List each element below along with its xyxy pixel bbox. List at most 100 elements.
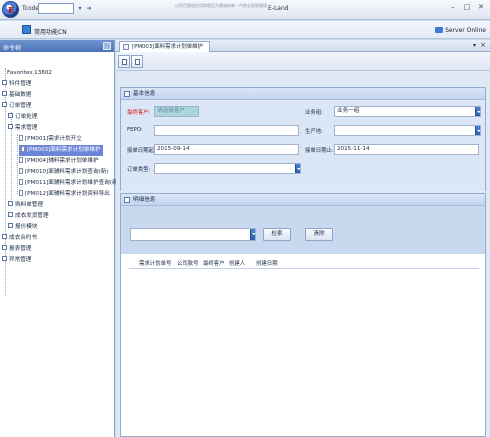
dropdown-arrow-icon: [250, 229, 255, 240]
start-date-input[interactable]: 2015-09-14: [154, 144, 299, 155]
app-logo-icon: E: [2, 1, 19, 18]
tree-node-purchase[interactable]: 购料单管理: [8, 200, 43, 211]
tree-node-exceptions[interactable]: 异常管理: [2, 255, 31, 266]
close-icon[interactable]: ✕: [474, 1, 488, 13]
window-title: E-Land: [268, 5, 289, 12]
col-creator[interactable]: 创建人: [229, 259, 245, 267]
tree-node-order-processing[interactable]: 订单处理: [8, 112, 37, 123]
dropdown-arrow-icon: [475, 107, 480, 116]
tab-label: [PM003]面料需求计划单维护: [132, 44, 203, 50]
detail-info-title: 明细信息: [133, 197, 156, 203]
tree-leaf-pm004[interactable]: [PM004]辅料需求计划单维护: [19, 156, 99, 167]
tab-list-icon[interactable]: ▾: [473, 42, 476, 49]
minimize-icon[interactable]: –: [446, 1, 460, 13]
detail-info-header: 明细信息: [121, 194, 485, 206]
pin-icon[interactable]: [103, 42, 111, 50]
business-group-select[interactable]: 业务一组: [334, 106, 481, 117]
tab-pm003[interactable]: [PM003]面料需求计划单维护: [119, 41, 210, 52]
favorites-icon[interactable]: [22, 25, 31, 34]
main-content: [PM003]面料需求计划单维护 ▾ × 基本信息 最终客户: 请选择客户 业务…: [116, 40, 490, 437]
document-icon: [19, 179, 23, 185]
tree-leaf-pm010[interactable]: [PM010]面辅料需求计划查询(新): [19, 167, 109, 178]
collapse-icon: [8, 124, 13, 129]
basic-info-body: 最终客户: 请选择客户 业务组: 业务一组 FEPO: 生产地: 接单日期起: …: [121, 100, 485, 191]
fepo-label: FEPO:: [127, 127, 143, 133]
tree-leaf-pm012[interactable]: [PM012]面辅料需求计划资料导出: [19, 189, 110, 200]
end-date-input[interactable]: 2015-11-14: [334, 144, 479, 155]
sidebar-title: 命令树: [3, 45, 22, 52]
final-customer-field[interactable]: 请选择客户: [154, 106, 199, 117]
basic-info-panel: 基本信息 最终客户: 请选择客户 业务组: 业务一组 FEPO: 生产地: 接单…: [120, 87, 486, 191]
final-customer-label: 最终客户:: [127, 110, 151, 116]
document-icon: [19, 157, 23, 163]
maximize-icon[interactable]: □: [460, 1, 474, 13]
clear-button[interactable]: 清除: [305, 228, 333, 241]
new-doc-icon: [122, 59, 127, 65]
tree-node-demand-mgmt[interactable]: 需求管理: [8, 123, 37, 134]
expand-icon: [2, 80, 7, 85]
expand-icon: [8, 201, 13, 206]
expand-icon: [8, 223, 13, 228]
collapse-panel-icon[interactable]: [124, 91, 130, 97]
new-button[interactable]: [118, 55, 130, 68]
document-icon: [19, 168, 23, 174]
tree-node-shipping[interactable]: 成衣发货管理: [8, 211, 49, 222]
tab-strip: [PM003]面料需求计划单维护 ▾ ×: [116, 40, 490, 52]
document-icon: [19, 135, 23, 141]
tree-node-reports[interactable]: 报表管理: [2, 244, 31, 255]
tree-leaf-pm001[interactable]: [PM001]需求计划开立: [19, 134, 82, 145]
col-final-customer[interactable]: 最终客户: [203, 259, 225, 267]
server-icon: [435, 27, 444, 33]
detail-info-panel: 明细信息 检索 清除 需求计划单号 公司款号 最终客户 创建人 创建日期: [120, 193, 486, 437]
collapse-panel-icon[interactable]: [124, 197, 130, 203]
detail-search-area: 检索 清除: [121, 206, 485, 254]
dropdown-arrow-icon: [295, 164, 300, 173]
window-subtitle: 以项目管理应用和规范为基础的新一代商业智能管理: [175, 3, 267, 8]
basic-info-header: 基本信息: [121, 88, 485, 100]
window-controls: – □ ✕: [446, 1, 488, 13]
order-type-select[interactable]: [154, 163, 301, 174]
results-table-header: 需求计划单号 公司款号 最终客户 创建人 创建日期: [129, 258, 479, 269]
order-type-label: 订单类型:: [127, 167, 151, 173]
favorites-menu[interactable]: 常用功能CN: [34, 27, 67, 36]
tcode-label: Tcode: [22, 5, 40, 12]
menu-bar: 常用功能CN Server Online: [0, 21, 490, 39]
favorites-node[interactable]: Favorites:13802: [7, 68, 52, 79]
business-group-label: 业务组:: [305, 110, 323, 116]
save-button[interactable]: [131, 55, 143, 68]
col-plan-no[interactable]: 需求计划单号: [139, 259, 171, 267]
tree-node-order-mgmt[interactable]: 订单管理: [2, 101, 31, 112]
collapse-icon: [2, 102, 7, 107]
tree-leaf-pm011[interactable]: [PM011]面辅料需求计划维护查询(新): [19, 178, 120, 189]
detail-search-select[interactable]: [130, 228, 256, 241]
expand-icon: [2, 245, 7, 250]
end-date-label: 接单日期止:: [305, 148, 334, 154]
tab-icon: [123, 44, 129, 50]
server-status: Server Online: [435, 27, 486, 34]
tab-close-icon[interactable]: ×: [480, 41, 486, 49]
tcode-input[interactable]: [38, 3, 74, 14]
edit-doc-icon: [135, 59, 140, 65]
tree-node-quotation[interactable]: 报价模块: [8, 222, 37, 233]
tree-node-basic-data[interactable]: 基础数据: [2, 90, 31, 101]
expand-icon: [2, 91, 7, 96]
title-bar: E Tcode ▾ ➜ 以项目管理应用和规范为基础的新一代商业智能管理 E-La…: [0, 0, 490, 20]
tree-node-material[interactable]: 科件管理: [2, 79, 31, 90]
sidebar-header: 命令树: [0, 40, 114, 52]
col-create-date[interactable]: 创建日期: [256, 259, 278, 267]
tree-node-contract[interactable]: 成衣合约书: [2, 233, 37, 244]
document-icon: [19, 190, 23, 196]
production-site-select[interactable]: [334, 125, 481, 136]
search-button[interactable]: 检索: [263, 228, 291, 241]
start-date-label: 接单日期起:: [127, 148, 156, 154]
tcode-dropdown-icon[interactable]: ▾: [76, 4, 84, 13]
col-style-no[interactable]: 公司款号: [177, 259, 199, 267]
tcode-go-icon[interactable]: ➜: [85, 4, 93, 13]
tree-leaf-pm003[interactable]: [PM003]面料需求计划单维护: [19, 145, 103, 156]
basic-info-title: 基本信息: [133, 91, 156, 97]
fepo-input[interactable]: [154, 125, 299, 136]
command-tree-panel: 命令树 Favorites:13802 科件管理 基础数据 订单管理 订单处理 …: [0, 40, 120, 437]
expand-icon: [2, 256, 7, 261]
toolbar: [116, 52, 490, 71]
dropdown-arrow-icon: [475, 126, 480, 135]
